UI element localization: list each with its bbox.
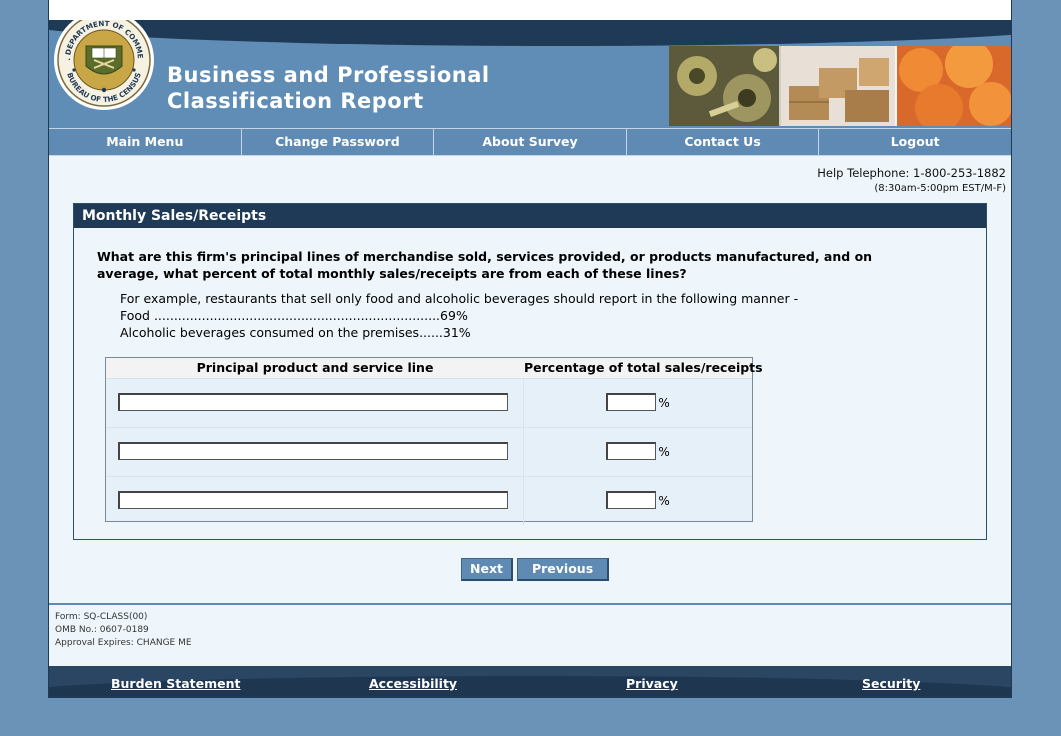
help-hours: (8:30am-5:00pm EST/M-F) — [874, 183, 1006, 194]
nav-about-survey[interactable]: About Survey — [434, 129, 627, 155]
example-food: Food ...................................… — [120, 308, 468, 323]
product-line-input-2[interactable] — [118, 442, 508, 460]
top-strip — [49, 0, 1011, 20]
percentage-input-3[interactable] — [606, 491, 657, 509]
table-row: % — [106, 378, 752, 427]
product-line-cell — [106, 477, 525, 525]
nav-main-menu[interactable]: Main Menu — [49, 129, 242, 155]
footer-bar: Burden Statement Accessibility Privacy S… — [49, 666, 1011, 696]
footer-divider — [49, 603, 1011, 605]
product-line-cell — [106, 379, 525, 427]
question-text: What are this firm's principal lines of … — [97, 249, 873, 281]
approval-expires: Approval Expires: CHANGE ME — [55, 638, 192, 648]
banner-arc — [49, 20, 1011, 46]
table-row: % — [106, 476, 752, 525]
help-telephone: Help Telephone: 1-800-253-1882 — [817, 166, 1006, 180]
footer-link-accessibility[interactable]: Accessibility — [369, 676, 457, 691]
column-header-percentage: Percentage of total sales/receipts — [524, 358, 763, 378]
help-contact: Help Telephone: 1-800-253-1882 (8:30am-5… — [817, 165, 1006, 197]
form-info: Form: SQ-CLASS(00) OMB No.: 0607-0189 Ap… — [55, 611, 192, 650]
percentage-cell: % — [524, 477, 752, 525]
form-buttons: Next Previous — [461, 558, 610, 581]
section-title: Monthly Sales/Receipts — [74, 204, 986, 228]
product-lines-table: Principal product and service line Perce… — [105, 357, 763, 525]
commerce-seal-logo: U.S. DEPARTMENT OF COMMERCE BUREAU OF TH… — [52, 20, 154, 110]
percent-sign: % — [658, 494, 670, 508]
report-title-line2: Classification Report — [167, 89, 424, 113]
example-alcohol: Alcoholic beverages consumed on the prem… — [120, 325, 471, 340]
column-header-product-line: Principal product and service line — [196, 360, 434, 375]
main-nav: Main Menu Change Password About Survey C… — [49, 128, 1011, 156]
nav-logout[interactable]: Logout — [819, 129, 1011, 155]
report-title-line1: Business and Professional — [167, 63, 490, 87]
percentage-input-2[interactable] — [606, 442, 657, 460]
percentage-cell: % — [524, 428, 752, 476]
example-intro: For example, restaurants that sell only … — [120, 291, 799, 306]
percent-sign: % — [658, 445, 670, 459]
footer-link-burden-statement[interactable]: Burden Statement — [111, 676, 241, 691]
header-photo-collage — [669, 46, 1011, 126]
example-block: For example, restaurants that sell only … — [120, 290, 798, 341]
nav-contact-us[interactable]: Contact Us — [627, 129, 820, 155]
table-header: Principal product and service line Perce… — [106, 358, 763, 378]
percent-sign: % — [658, 396, 670, 410]
header-banner: U.S. DEPARTMENT OF COMMERCE BUREAU OF TH… — [49, 20, 1011, 128]
report-title: Business and Professional Classification… — [167, 62, 490, 114]
footer-link-privacy[interactable]: Privacy — [626, 676, 678, 691]
monthly-sales-section: Monthly Sales/Receipts What are this fir… — [73, 203, 987, 540]
product-line-cell — [106, 428, 525, 476]
next-button[interactable]: Next — [461, 558, 513, 581]
product-line-input-3[interactable] — [118, 491, 508, 509]
table-row: % — [106, 427, 752, 476]
product-line-input-1[interactable] — [118, 393, 508, 411]
footer-link-security[interactable]: Security — [862, 676, 920, 691]
nav-change-password[interactable]: Change Password — [242, 129, 435, 155]
omb-number: OMB No.: 0607-0189 — [55, 625, 149, 635]
page-container: U.S. DEPARTMENT OF COMMERCE BUREAU OF TH… — [48, 0, 1012, 698]
form-id: Form: SQ-CLASS(00) — [55, 612, 148, 622]
previous-button[interactable]: Previous — [516, 558, 610, 581]
percentage-cell: % — [524, 379, 752, 427]
percentage-input-1[interactable] — [606, 393, 657, 411]
